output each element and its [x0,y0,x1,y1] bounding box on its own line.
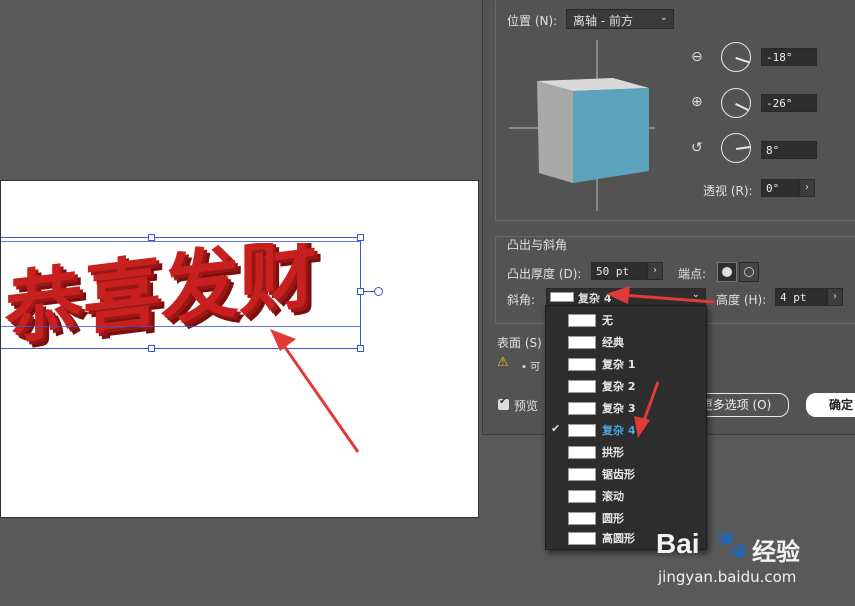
chevron-down-icon: ⌄ [659,12,668,23]
bevel-option-complex-3[interactable]: 复杂 3 [546,397,706,419]
bevel-none-icon [568,314,596,327]
bevel-dropdown-menu: 无 经典 复杂 1 复杂 2 复杂 3 ✔ 复杂 4 拱形 锯齿形 滚动 圆形 … [545,305,707,550]
bevel-zigzag-icon [568,468,596,481]
bevel-option-zigzag[interactable]: 锯齿形 [546,463,706,485]
pointer-arrow-menu [634,381,660,438]
watermark-suffix: 经验 [752,538,800,566]
height-stepper[interactable]: › [827,288,843,306]
selection-inner-top [1,241,361,242]
bevel-complex-1-icon [568,358,596,371]
height-field[interactable]: 4 pt [775,288,827,306]
baidu-watermark: Bai 🐾 经验 jingyan.baidu.com [652,528,852,598]
rotate-y-field[interactable]: -26° [761,94,817,112]
selection-top [1,237,361,238]
position-label: 位置 (N): [507,14,558,28]
bevel-option-arch[interactable]: 拱形 [546,441,706,463]
watermark-url: jingyan.baidu.com [658,568,797,586]
height-label: 高度 (H): [716,293,767,307]
preview-label: 预览 [514,399,539,413]
bevel-label: 斜角: [507,293,536,307]
bevel-option-classic[interactable]: 经典 [546,331,706,353]
rotate-x-icon: ⊖ [691,49,703,65]
position-select-value: 离轴 - 前方 [573,14,633,28]
bevel-option-round[interactable]: 圆形 [546,507,706,529]
extrude-depth-field[interactable]: 50 pt [591,262,647,280]
bevel-option-complex-4[interactable]: ✔ 复杂 4 [546,419,706,441]
rotation-handle[interactable] [374,287,383,296]
bevel-classic-icon [568,336,596,349]
handle-top-right[interactable] [357,234,364,241]
rotate-x-dial[interactable] [721,42,751,72]
paw-icon: 🐾 [716,530,749,560]
rotate-y-dial[interactable] [721,88,751,118]
bevel-option-rolling[interactable]: 滚动 [546,485,706,507]
rotate-z-dial[interactable] [721,133,751,163]
rotate-y-icon: ⊕ [691,94,703,110]
pointer-arrow-canvas [270,329,360,453]
position-select[interactable]: 离轴 - 前方 ⌄ [566,9,674,29]
perspective-field[interactable]: 0° [761,179,799,197]
bevel-rolling-icon [568,490,596,503]
warning-text: • 可 [521,362,541,373]
bevel-option-complex-1[interactable]: 复杂 1 [546,353,706,375]
rotate-z-icon: ↺ [691,140,703,156]
checkmark-icon: ✔ [551,422,561,435]
perspective-label: 透视 (R): [703,184,753,198]
bevel-tall-round-icon [568,532,596,545]
ok-button[interactable]: 确定 [806,393,855,417]
watermark-brand: Bai [656,528,700,559]
preview-checkbox[interactable]: ✔ [498,396,509,410]
bevel-option-complex-2[interactable]: 复杂 2 [546,375,706,397]
bevel-round-icon [568,512,596,525]
bevel-complex-3-icon [568,402,596,415]
warning-icon: ⚠ [497,355,509,370]
bevel-option-none[interactable]: 无 [546,309,706,331]
bevel-preview-icon [550,292,574,302]
extrude-depth-stepper[interactable]: › [647,262,663,280]
surface-label: 表面 (S) [497,336,542,350]
bevel-arch-icon [568,446,596,459]
bevel-complex-4-icon [568,424,596,437]
cap-on-button[interactable] [717,262,737,282]
perspective-stepper[interactable]: › [799,179,815,197]
bevel-complex-2-icon [568,380,596,393]
handle-bottom[interactable] [148,345,155,352]
extrude-section-title: 凸出与斜角 [507,238,568,252]
handle-top[interactable] [148,234,155,241]
cap-off-button[interactable] [739,262,759,282]
cube-preview[interactable] [507,36,657,216]
rotate-x-field[interactable]: -18° [761,48,817,66]
artboard[interactable]: 恭喜发财 恭喜发财 恭喜发财 [0,180,479,518]
rotate-z-field[interactable]: 8° [761,141,817,159]
extrude-depth-label: 凸出厚度 (D): [507,267,582,281]
